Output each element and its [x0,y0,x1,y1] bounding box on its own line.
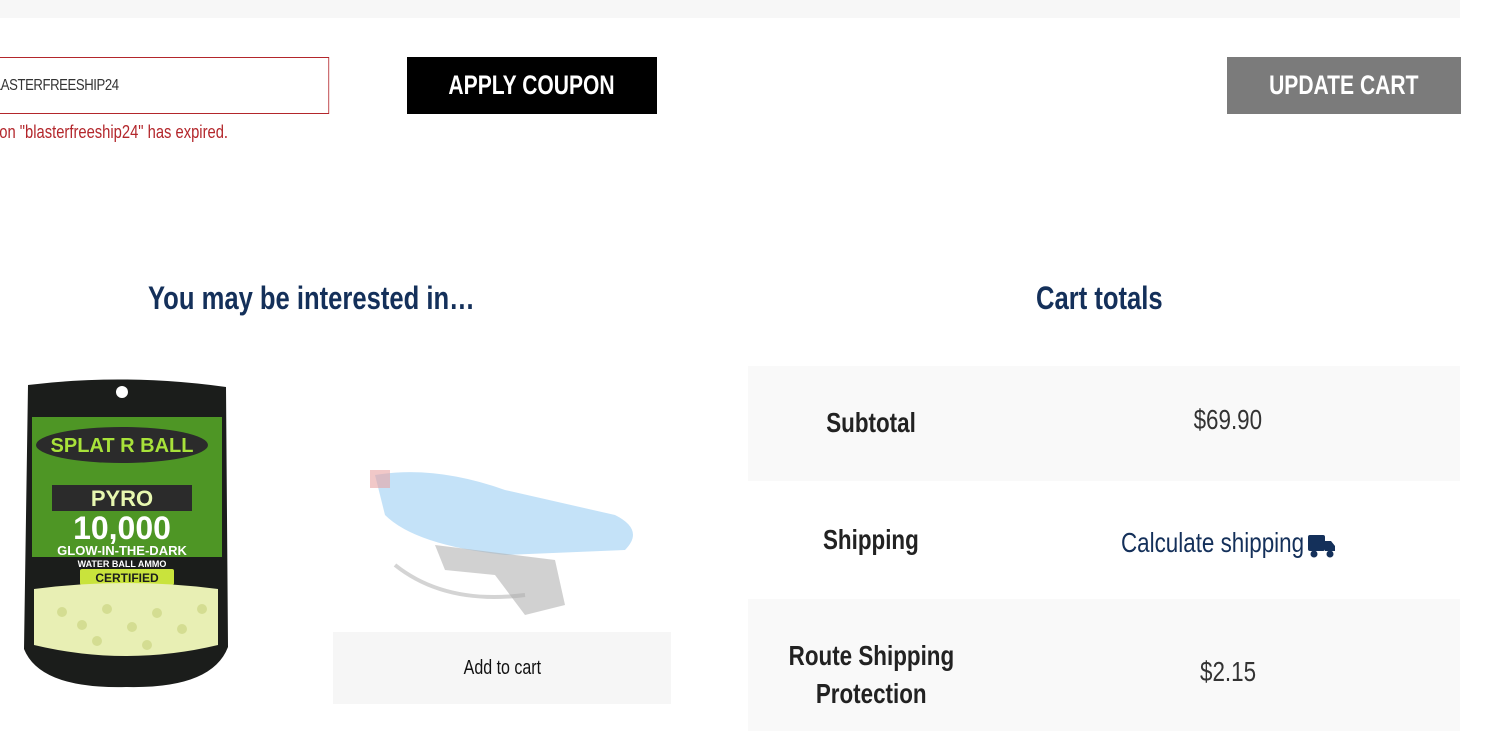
apply-coupon-button[interactable]: APPLY COUPON [407,57,657,114]
product-image-blaster[interactable] [355,455,655,625]
product1-sub-text: WATER BALL AMMO [78,559,167,569]
product1-count-text: 10,000 [73,510,171,546]
coupon-error-message: Coupon "blasterfreeship24" has expired. [0,122,229,142]
top-strip [0,0,1460,18]
add-to-cart-label: Add to cart [463,656,541,679]
calculate-shipping-link[interactable]: Calculate shipping [1121,527,1304,559]
shipping-label: Shipping [823,524,919,555]
subtotal-label: Subtotal [826,407,916,438]
shipping-row: Shipping Calculate shipping [748,481,1460,599]
add-to-cart-button[interactable]: Add to cart [333,632,671,704]
route-protection-value: $2.15 [1199,656,1257,687]
cart-totals-title: Cart totals [1036,280,1163,316]
cross-sells-title: You may be interested in… [148,280,475,316]
product1-line-text: PYRO [91,486,153,511]
route-protection-label: Route Shipping Protection [788,640,954,709]
product1-tagline-text: GLOW-IN-THE-DARK [57,543,187,558]
update-cart-label: UPDATE CART [1269,70,1419,100]
apply-coupon-label: APPLY COUPON [448,70,616,100]
coupon-code-input[interactable] [0,57,330,114]
truck-icon[interactable] [1307,533,1337,559]
product-image-splatrball-pyro[interactable]: SPLAT R BALL PYRO 10,000 GLOW-IN-THE-DAR… [22,377,230,689]
subtotal-row: Subtotal $69.90 [748,366,1460,481]
route-protection-row: Route Shipping Protection $2.15 [748,599,1460,731]
subtotal-value: $69.90 [1193,404,1263,435]
product1-brand-text: SPLAT R BALL [51,435,194,457]
update-cart-button[interactable]: UPDATE CART [1227,57,1461,114]
product1-badge-text: CERTIFIED [95,571,159,585]
